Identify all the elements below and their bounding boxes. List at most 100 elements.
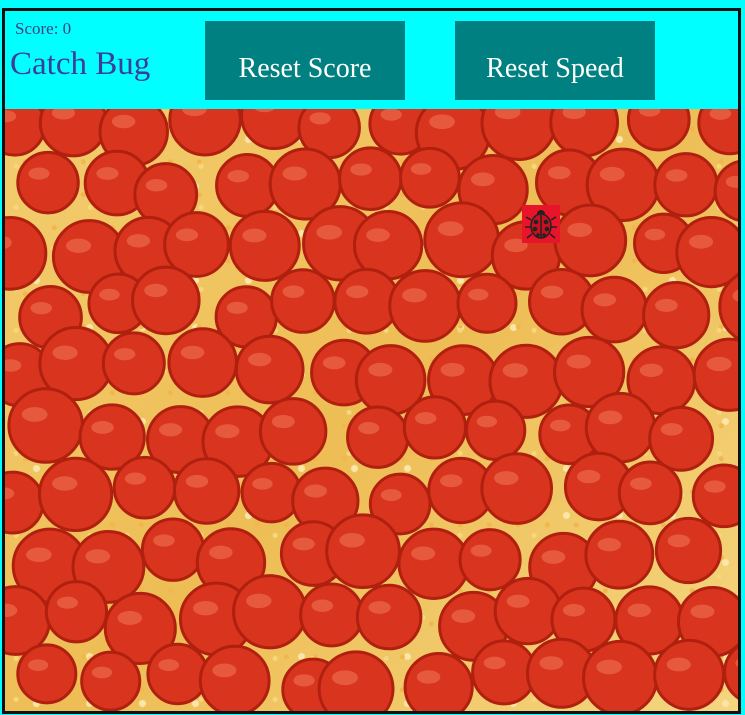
pepperoni-highlight (30, 301, 53, 315)
pepperoni-slice (397, 527, 470, 600)
pepperoni-highlight (311, 599, 334, 612)
pepperoni-slice (388, 269, 462, 343)
pepperoni-slice (480, 109, 557, 162)
pepperoni-highlight (468, 288, 489, 301)
pepperoni-highlight (242, 228, 267, 243)
pepperoni-highlight (252, 478, 273, 490)
pepperoni-highlight (304, 484, 327, 498)
pepperoni-slice (403, 651, 474, 711)
pepperoni-highlight (215, 424, 240, 439)
game-frame: Score: 0 Catch Bug Reset Score Reset Spe… (2, 8, 741, 714)
pepperoni-slice (16, 643, 78, 705)
pepperoni-highlight (212, 663, 237, 678)
pepperoni-highlight (437, 221, 464, 237)
pepperoni-highlight (99, 288, 120, 301)
pepperoni-highlight (292, 537, 315, 551)
reset-score-button[interactable]: Reset Score (205, 21, 405, 100)
pepperoni-highlight (506, 594, 530, 608)
pepperoni-slice (355, 583, 423, 651)
pepperoni-highlight (271, 415, 295, 429)
pepperoni-highlight (470, 172, 495, 187)
pepperoni-highlight (52, 345, 78, 360)
pepperoni-slice (325, 513, 401, 590)
score-display: Score: 0 (15, 19, 72, 38)
pepperoni-highlight (185, 474, 209, 488)
pepperoni-highlight (380, 489, 402, 502)
pepperoni-highlight (411, 546, 436, 561)
pepperoni-highlight (598, 410, 623, 425)
pepperoni-highlight (440, 362, 465, 377)
pepperoni-slice (617, 460, 683, 526)
pepperoni-highlight (654, 298, 678, 312)
ladybug-icon (525, 210, 557, 239)
pepperoni-highlight (322, 356, 346, 370)
pepperoni-slice (549, 109, 620, 158)
pepperoni-highlight (470, 544, 492, 557)
pepperoni-highlight (144, 283, 168, 298)
pepperoni-slice (675, 216, 738, 289)
pepperoni-slice (80, 650, 142, 711)
pepperoni-highlight (593, 293, 617, 307)
pepperoni-highlight (562, 603, 586, 617)
pepperoni-slice (346, 405, 410, 469)
pepperoni-slice (493, 576, 563, 646)
pepperoni-highlight (451, 609, 476, 623)
pepperoni-highlight (346, 285, 369, 299)
pepperoni-highlight (158, 659, 180, 672)
pepperoni-highlight (126, 234, 151, 248)
pepperoni-slice (167, 327, 238, 398)
pepperoni-highlight (690, 604, 715, 619)
pepperoni-highlight (416, 670, 441, 684)
pepperoni-highlight (91, 420, 114, 434)
pepperoni-highlight (415, 412, 437, 425)
pepperoni-slice (270, 268, 336, 334)
game-title: Catch Bug (10, 46, 151, 82)
pepperoni-slice (642, 281, 711, 350)
pepperoni-highlight (483, 656, 506, 670)
pepperoni-highlight (52, 476, 78, 491)
pepperoni-slice (299, 582, 365, 648)
pepperoni-highlight (111, 114, 136, 129)
pepperoni-highlight (246, 593, 272, 609)
pepperoni-highlight (192, 601, 219, 616)
pepperoni-highlight (21, 407, 48, 422)
reset-speed-button[interactable]: Reset Speed (455, 21, 655, 100)
pepperoni-highlight (316, 225, 343, 240)
pepperoni-highlight (666, 657, 691, 672)
pepperoni-slice (7, 387, 84, 464)
game-board[interactable] (5, 109, 738, 711)
pepperoni-highlight (117, 610, 143, 625)
pepperoni-highlight (627, 603, 652, 618)
pepperoni-slice (584, 519, 655, 590)
pepperoni-highlight (402, 288, 427, 303)
pepperoni-highlight (227, 169, 249, 183)
pepperoni-highlight (380, 109, 402, 121)
pepperoni-slice (258, 397, 328, 466)
pepperoni-highlight (282, 166, 308, 181)
pepperoni-slice (423, 201, 501, 279)
pepperoni-highlight (541, 550, 566, 564)
pepperoni-highlight (550, 419, 571, 432)
pepperoni-highlight (368, 601, 391, 614)
pepperoni-highlight (226, 301, 248, 314)
pepperoni-slice (232, 574, 308, 650)
pepperoni-highlight (293, 674, 315, 687)
pepperoni-slice (653, 152, 719, 218)
pepperoni-slice (228, 209, 301, 282)
pepperoni-highlight (440, 474, 463, 488)
pizza-background (5, 109, 738, 711)
pepperoni-slice (101, 331, 166, 396)
pepperoni-highlight (476, 415, 498, 428)
bug-target[interactable] (522, 205, 560, 243)
pepperoni-highlight (429, 114, 455, 130)
pepperoni-highlight (56, 596, 78, 609)
pepperoni-highlight (209, 545, 233, 560)
pepperoni-highlight (660, 423, 683, 436)
pepperoni-highlight (309, 112, 331, 125)
pepperoni-slice (456, 272, 518, 334)
pepperoni-slice (198, 644, 271, 711)
pepperoni-highlight (667, 534, 691, 548)
pepperoni-slice (464, 399, 527, 461)
pepperoni-highlight (410, 163, 432, 175)
pepperoni-highlight (706, 356, 732, 372)
